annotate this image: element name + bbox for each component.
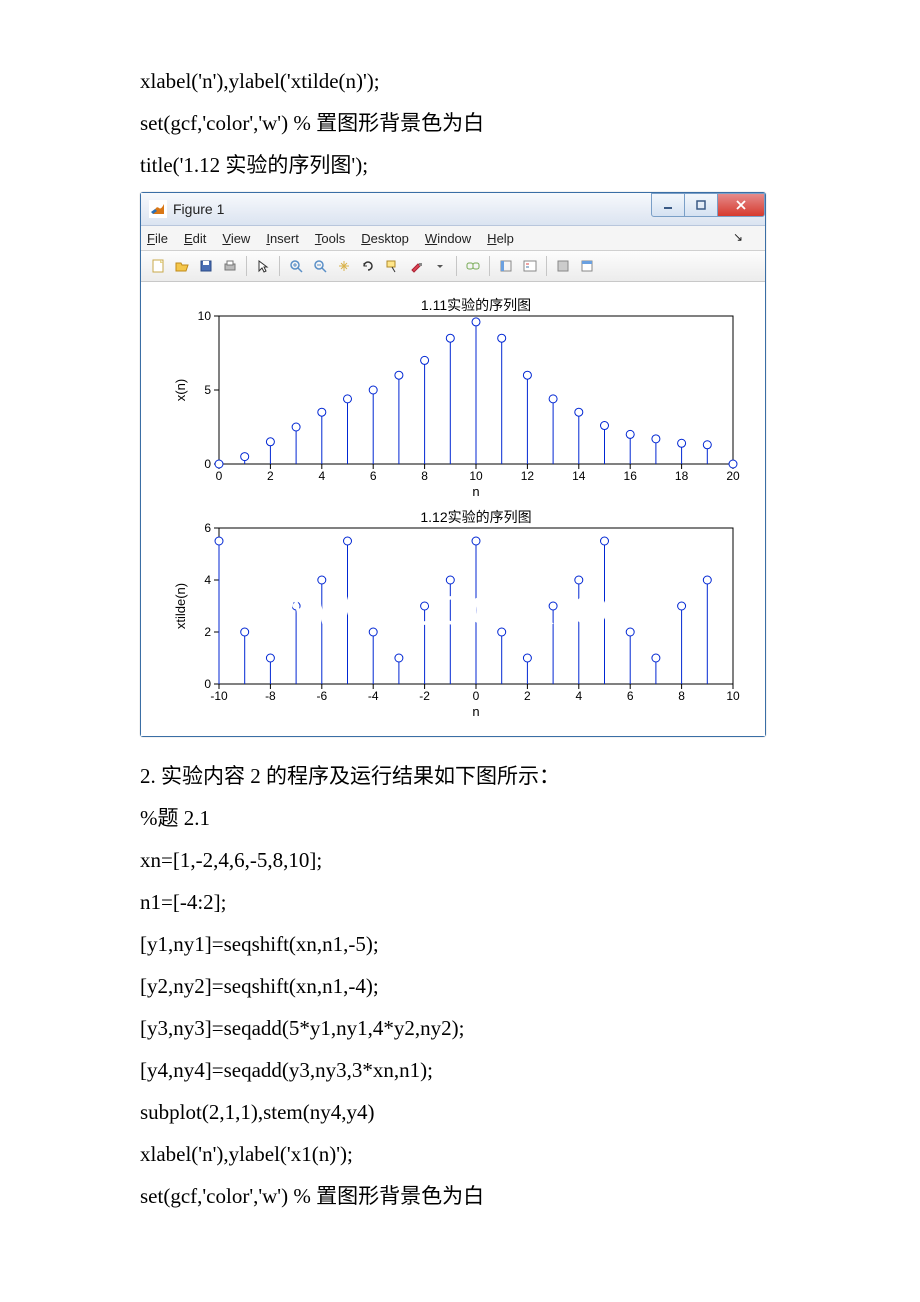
svg-text:-10: -10 xyxy=(210,689,228,703)
new-figure-icon[interactable] xyxy=(147,255,169,277)
menu-corner-icon: ↘ xyxy=(733,230,743,244)
menu-tools[interactable]: Tools xyxy=(315,231,345,246)
code-line: [y4,ny4]=seqadd(y3,ny3,3*xn,n1); xyxy=(140,1049,790,1091)
svg-text:0: 0 xyxy=(473,689,480,703)
menu-help[interactable]: Help xyxy=(487,231,514,246)
toolbar xyxy=(141,251,765,282)
open-icon[interactable] xyxy=(171,255,193,277)
code-line: xn=[1,-2,4,6,-5,8,10]; xyxy=(140,839,790,881)
pointer-icon[interactable] xyxy=(252,255,274,277)
svg-text:1.12实验的序列图: 1.12实验的序列图 xyxy=(420,509,531,525)
svg-text:10: 10 xyxy=(198,309,212,323)
plot-area: 1.11实验的序列图024681012141618200510nx(n) 1.1… xyxy=(141,282,765,736)
brush-icon[interactable] xyxy=(405,255,427,277)
menu-insert[interactable]: Insert xyxy=(266,231,299,246)
svg-text:4: 4 xyxy=(204,573,211,587)
code-line: set(gcf,'color','w') % 置图形背景色为白 xyxy=(140,102,790,144)
figure-title: Figure 1 xyxy=(173,201,224,217)
menu-desktop[interactable]: Desktop xyxy=(361,231,409,246)
svg-text:www.bdocx.com: www.bdocx.com xyxy=(274,578,677,636)
svg-text:6: 6 xyxy=(204,521,211,535)
menu-edit[interactable]: Edit xyxy=(184,231,206,246)
legend-icon[interactable] xyxy=(519,255,541,277)
minimize-button[interactable] xyxy=(651,193,685,217)
code-line: %题 2.1 xyxy=(140,797,790,839)
svg-text:n: n xyxy=(472,484,479,499)
code-line: [y1,ny1]=seqshift(xn,n1,-5); xyxy=(140,923,790,965)
svg-text:1.11实验的序列图: 1.11实验的序列图 xyxy=(421,297,531,313)
matlab-icon xyxy=(149,200,167,218)
datacursor-icon[interactable] xyxy=(381,255,403,277)
code-line: xlabel('n'),ylabel('xtilde(n)'); xyxy=(140,60,790,102)
menu-view[interactable]: View xyxy=(222,231,250,246)
svg-text:10: 10 xyxy=(469,469,483,483)
svg-text:5: 5 xyxy=(204,383,211,397)
svg-text:-8: -8 xyxy=(265,689,276,703)
menubar: File Edit View Insert Tools Desktop Wind… xyxy=(141,226,765,251)
svg-text:6: 6 xyxy=(627,689,634,703)
zoom-in-icon[interactable] xyxy=(285,255,307,277)
menu-file[interactable]: File xyxy=(147,231,168,246)
svg-text:0: 0 xyxy=(204,457,211,471)
menu-window[interactable]: Window xyxy=(425,231,471,246)
pan-icon[interactable] xyxy=(333,255,355,277)
print-icon[interactable] xyxy=(219,255,241,277)
chart-1: 1.11实验的序列图024681012141618200510nx(n) xyxy=(153,292,753,504)
titlebar: Figure 1 xyxy=(141,193,765,226)
close-button[interactable] xyxy=(717,193,765,217)
svg-text:4: 4 xyxy=(318,469,325,483)
svg-text:-2: -2 xyxy=(419,689,430,703)
code-block-bottom: 2. 实验内容 2 的程序及运行结果如下图所示： %题 2.1 xn=[1,-2… xyxy=(140,755,790,1217)
svg-text:16: 16 xyxy=(624,469,638,483)
dropdown-arrow-icon[interactable] xyxy=(429,255,451,277)
svg-text:18: 18 xyxy=(675,469,689,483)
svg-text:2: 2 xyxy=(524,689,531,703)
svg-text:0: 0 xyxy=(216,469,223,483)
save-icon[interactable] xyxy=(195,255,217,277)
colorbar-icon[interactable] xyxy=(495,255,517,277)
chart-2: 1.12实验的序列图 -10 -8 -6 -4 -2 0 2 4 6 8 10 0 2 4 6 n xtilde(… xyxy=(153,504,753,724)
rotate-icon[interactable] xyxy=(357,255,379,277)
show-tools-icon[interactable] xyxy=(576,255,598,277)
svg-text:6: 6 xyxy=(370,469,377,483)
code-line: [y3,ny3]=seqadd(5*y1,ny1,4*y2,ny2); xyxy=(140,1007,790,1049)
svg-text:8: 8 xyxy=(421,469,428,483)
svg-text:0: 0 xyxy=(204,677,211,691)
svg-text:20: 20 xyxy=(726,469,740,483)
hide-tools-icon[interactable] xyxy=(552,255,574,277)
svg-text:4: 4 xyxy=(575,689,582,703)
code-line: subplot(2,1,1),stem(ny4,y4) xyxy=(140,1091,790,1133)
svg-text:xtilde(n): xtilde(n) xyxy=(173,583,188,629)
svg-text:14: 14 xyxy=(572,469,586,483)
code-line: set(gcf,'color','w') % 置图形背景色为白 xyxy=(140,1175,790,1217)
zoom-out-icon[interactable] xyxy=(309,255,331,277)
code-line: xlabel('n'),ylabel('x1(n)'); xyxy=(140,1133,790,1175)
code-block-top: xlabel('n'),ylabel('xtilde(n)'); set(gcf… xyxy=(140,60,790,186)
svg-text:-6: -6 xyxy=(316,689,327,703)
svg-text:8: 8 xyxy=(678,689,685,703)
window-controls xyxy=(652,193,765,215)
code-line: title('1.12 实验的序列图'); xyxy=(140,144,790,186)
svg-text:10: 10 xyxy=(726,689,740,703)
svg-text:n: n xyxy=(472,704,479,719)
svg-text:2: 2 xyxy=(204,625,211,639)
svg-text:-4: -4 xyxy=(368,689,379,703)
text-line: 2. 实验内容 2 的程序及运行结果如下图所示： xyxy=(140,755,790,797)
svg-text:2: 2 xyxy=(267,469,274,483)
link-icon[interactable] xyxy=(462,255,484,277)
svg-text:12: 12 xyxy=(521,469,535,483)
figure-window: Figure 1 File Edit View Insert Tools Des… xyxy=(140,192,766,737)
svg-text:x(n): x(n) xyxy=(173,379,188,401)
code-line: n1=[-4:2]; xyxy=(140,881,790,923)
code-line: [y2,ny2]=seqshift(xn,n1,-4); xyxy=(140,965,790,1007)
maximize-button[interactable] xyxy=(684,193,718,217)
